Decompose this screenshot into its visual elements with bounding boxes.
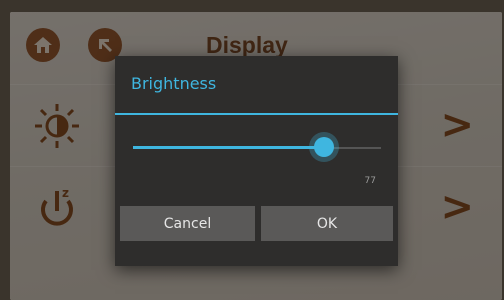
slider-thumb[interactable]	[313, 137, 334, 157]
ok-button[interactable]: OK	[261, 206, 393, 241]
power-sleep-icon: z	[41, 186, 73, 226]
brightness-value: 77	[364, 176, 376, 186]
svg-text:z: z	[62, 186, 69, 200]
cancel-button[interactable]: Cancel	[120, 206, 255, 241]
brightness-slider[interactable]	[133, 136, 381, 160]
arrow-up-left-icon	[99, 39, 112, 52]
chevron-right-icon: >	[440, 102, 474, 148]
dialog-divider	[115, 113, 398, 115]
home-button[interactable]	[26, 28, 60, 62]
home-icon	[34, 37, 52, 53]
brightness-icon	[35, 104, 79, 148]
chevron-right-icon: >	[440, 184, 474, 230]
page-title: Display	[206, 32, 288, 58]
brightness-dialog: Brightness 77 Cancel OK	[115, 56, 398, 266]
slider-fill	[133, 146, 324, 149]
dialog-title: Brightness	[131, 74, 217, 93]
